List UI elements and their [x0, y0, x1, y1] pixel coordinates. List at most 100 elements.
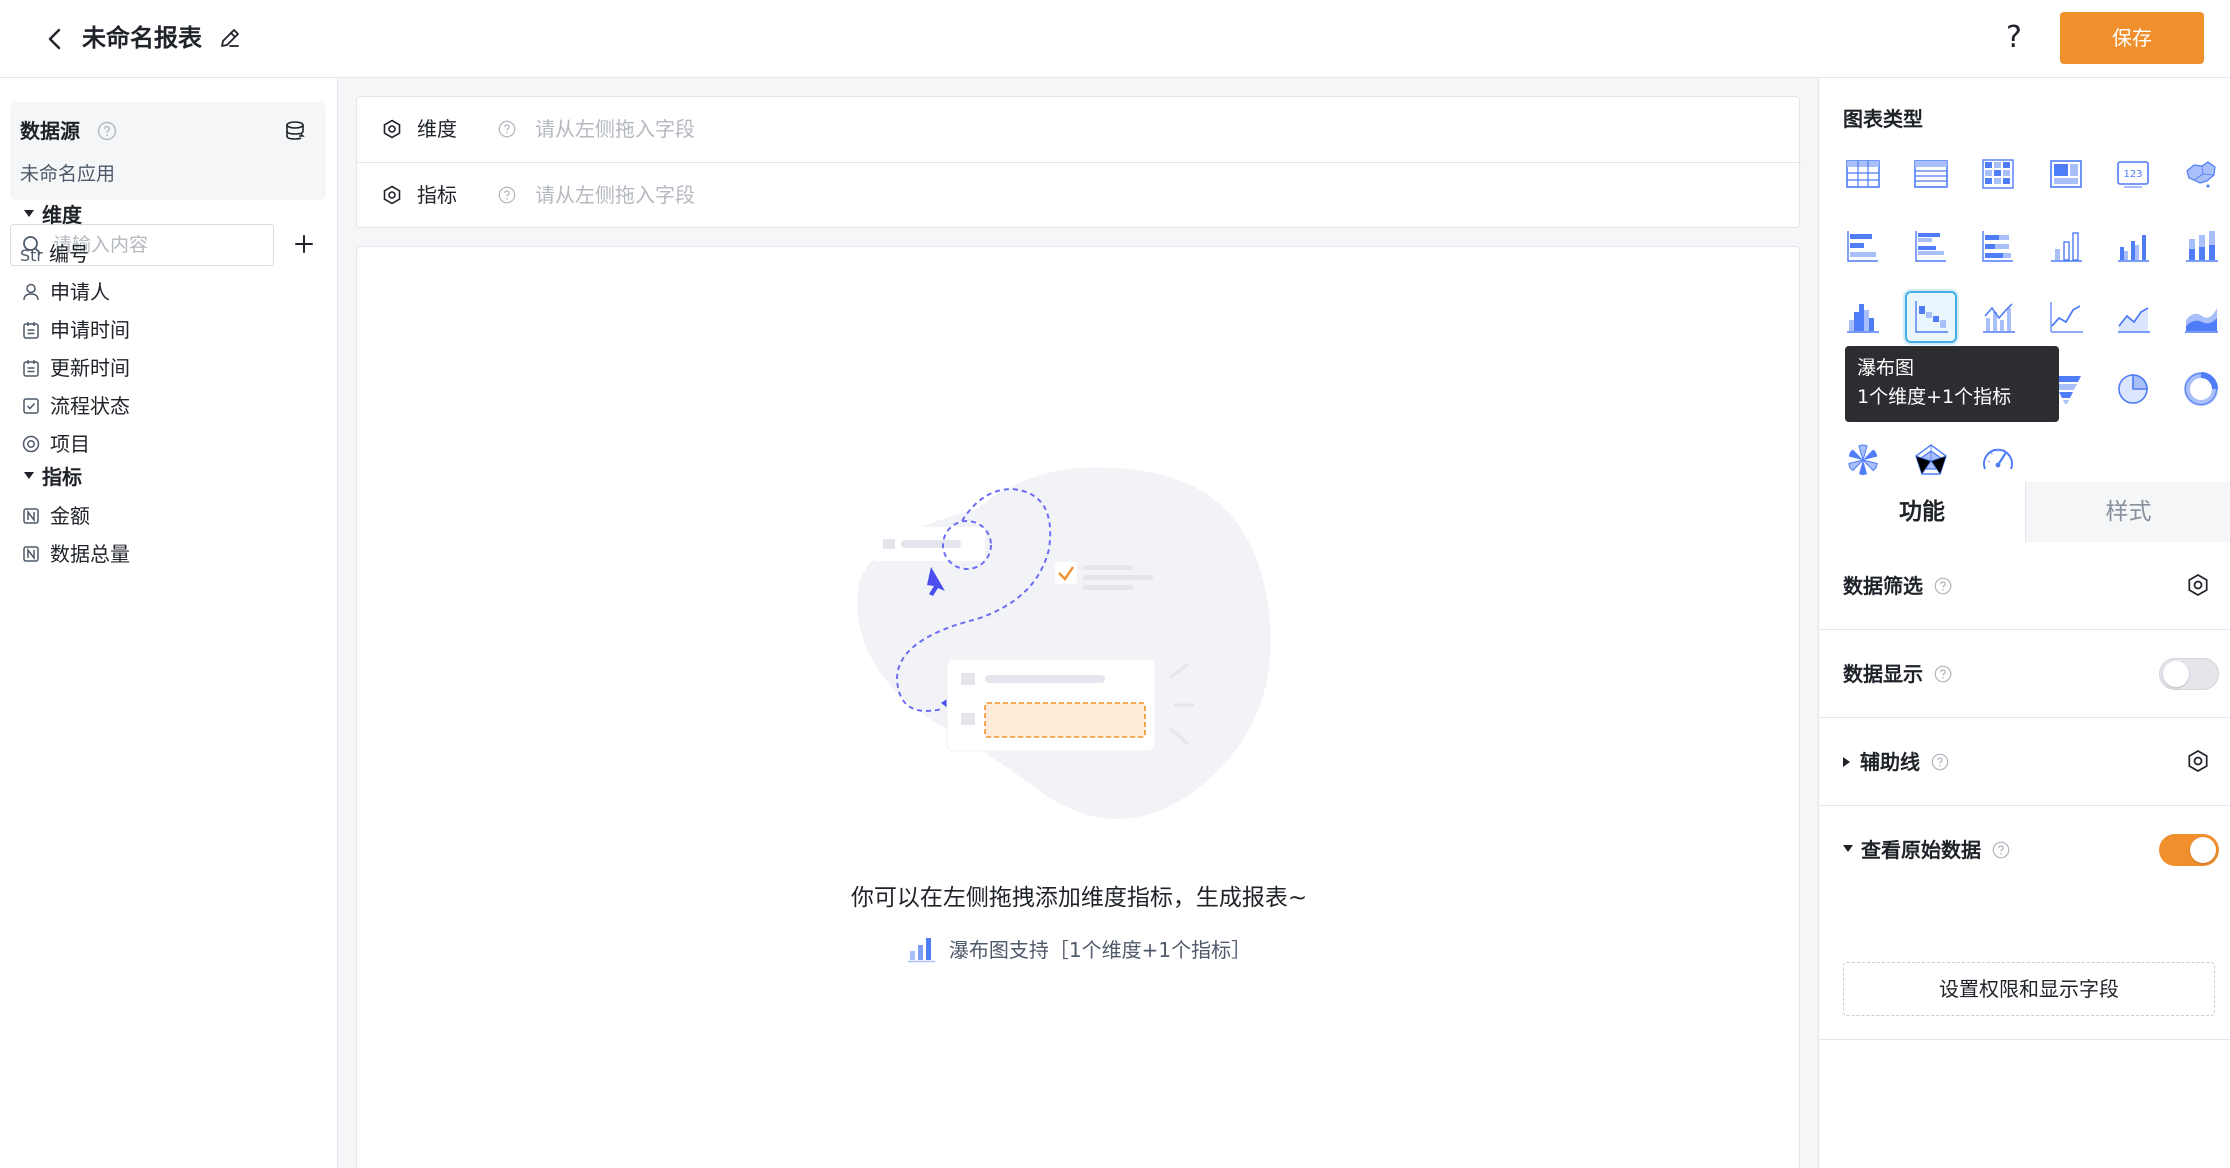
view-raw-data-section: 查看原始数据 设置权限和显示字段: [1819, 806, 2230, 1040]
question-circle-icon[interactable]: [497, 119, 517, 139]
chart-type-column[interactable]: [2040, 220, 2092, 272]
tab-function[interactable]: 功能: [1819, 482, 2025, 542]
pie-chart-icon: [2118, 373, 2148, 404]
area-line-chart-icon: [2118, 307, 2150, 333]
chart-type-rose[interactable]: [1837, 434, 1889, 486]
field-item-applicant[interactable]: 申请人: [20, 276, 110, 308]
chart-canvas: 你可以在左侧拖拽添加维度指标，生成报表~ 瀑布图支持［1个维度+1个指标］: [356, 246, 1800, 1168]
view-raw-data-toggle[interactable]: [2159, 834, 2219, 866]
card-table-chart-icon: [2049, 160, 2082, 188]
field-item-amount[interactable]: 金额: [20, 500, 90, 532]
set-permission-fields-button[interactable]: 设置权限和显示字段: [1843, 962, 2215, 1016]
bar-horizontal-chart-icon: [1847, 230, 1878, 262]
back-arrow-icon[interactable]: [40, 24, 70, 54]
pivot-table-chart-icon: [1982, 159, 2014, 189]
edit-pencil-icon[interactable]: [216, 24, 244, 52]
chart-type-bar-horizontal-grouped[interactable]: [1905, 220, 1957, 272]
chart-type-donut[interactable]: [2175, 363, 2227, 415]
chart-type-title: 图表类型: [1843, 107, 1923, 131]
field-item-number[interactable]: Str 编号: [20, 238, 89, 270]
chart-type-gauge[interactable]: [1972, 434, 2024, 486]
add-field-plus-icon[interactable]: [290, 230, 318, 258]
field-sidebar: 数据源 未命名应用 维度 Str编号 申请人: [0, 78, 338, 1168]
settings-hex-icon: [383, 119, 401, 139]
chart-type-radar[interactable]: [1905, 434, 1957, 486]
chart-type-list-table[interactable]: [1905, 148, 1957, 200]
metric-drop-slot[interactable]: 指标 请从左侧拖入字段: [357, 163, 1801, 229]
column-grouped-chart-icon: [2118, 234, 2149, 262]
histogram-chart-icon: [1847, 304, 1879, 333]
chart-type-bar-horizontal-stacked[interactable]: [1972, 220, 2024, 272]
chart-type-map[interactable]: [2175, 148, 2227, 200]
dimension-slot-label: 维度: [417, 117, 457, 141]
chart-type-column-line-combo[interactable]: [1972, 291, 2024, 343]
datasource-app-name: 未命名应用: [20, 163, 116, 185]
field-item-project[interactable]: 项目: [20, 428, 90, 460]
data-filter-label: 数据筛选: [1843, 571, 1953, 601]
chart-type-card-table[interactable]: [2040, 148, 2092, 200]
line-chart-icon: [2049, 302, 2083, 333]
datasource-card: 数据源 未命名应用: [10, 102, 326, 200]
metric-slot-label: 指标: [417, 183, 457, 207]
database-switch-icon[interactable]: [282, 118, 308, 144]
save-button[interactable]: 保存: [2060, 12, 2204, 64]
metric-group-header[interactable]: 指标: [24, 462, 82, 492]
datasource-title: 数据源: [20, 119, 80, 143]
dimension-group-header[interactable]: 维度: [24, 200, 82, 230]
table-chart-icon: [1846, 160, 1880, 188]
calendar-icon: [23, 359, 39, 377]
aux-line-section: 辅助线: [1819, 718, 2230, 806]
number-card-chart-icon: 123: [2117, 161, 2149, 188]
config-tabs: 功能 样式: [1819, 482, 2230, 542]
config-panel: 图表类型 123 瀑布图 1个维度+1个指标 功能 样式 数据筛选 数据显示 辅…: [1818, 78, 2230, 1168]
calendar-icon: [23, 321, 39, 339]
settings-hex-icon[interactable]: [2185, 572, 2211, 598]
tooltip-title: 瀑布图: [1857, 357, 1915, 379]
field-item-process-status[interactable]: 流程状态: [20, 390, 130, 422]
data-display-toggle[interactable]: [2159, 658, 2219, 690]
top-header: 未命名报表 ? 保存: [0, 0, 2230, 78]
data-display-section: 数据显示: [1819, 630, 2230, 718]
help-button[interactable]: ?: [2006, 18, 2022, 58]
question-circle-icon[interactable]: [1930, 752, 1950, 772]
field-drop-zone: 维度 请从左侧拖入字段 指标 请从左侧拖入字段: [356, 96, 1801, 229]
bar-horizontal-grouped-chart-icon: [1914, 230, 1946, 262]
question-circle-icon[interactable]: [96, 120, 118, 142]
waterfall-chart-icon: [1914, 301, 1948, 333]
field-item-total-count[interactable]: 数据总量: [20, 538, 130, 570]
checkbox-icon: [23, 397, 39, 414]
chart-type-number-card[interactable]: 123: [2107, 148, 2159, 200]
question-circle-icon[interactable]: [1933, 576, 1953, 596]
question-circle-icon[interactable]: [1933, 664, 1953, 684]
svg-text:123: 123: [2123, 169, 2142, 180]
chart-type-table[interactable]: [1837, 148, 1889, 200]
chart-type-waterfall[interactable]: [1904, 291, 1957, 343]
field-item-update-time[interactable]: 更新时间: [20, 352, 130, 384]
tab-style[interactable]: 样式: [2025, 482, 2230, 542]
report-canvas-area: 维度 请从左侧拖入字段 指标 请从左侧拖入字段 你可以在左侧拖拽添加维度指标，生…: [338, 78, 1818, 1168]
chart-type-area-line[interactable]: [2107, 291, 2159, 343]
chart-type-bar-horizontal[interactable]: [1837, 220, 1889, 272]
chart-type-column-stacked[interactable]: [2175, 220, 2227, 272]
chart-type-pivot-table[interactable]: [1972, 148, 2024, 200]
field-item-apply-time[interactable]: 申请时间: [20, 314, 130, 346]
aux-line-label[interactable]: 辅助线: [1843, 747, 1950, 777]
settings-hex-icon: [383, 185, 401, 205]
question-circle-icon[interactable]: [1991, 840, 2011, 860]
settings-hex-icon[interactable]: [2185, 748, 2211, 774]
chart-type-area[interactable]: [2175, 291, 2227, 343]
dimension-slot-placeholder: 请从左侧拖入字段: [535, 117, 695, 141]
view-raw-data-label[interactable]: 查看原始数据: [1843, 835, 2011, 865]
question-circle-icon[interactable]: [497, 185, 517, 205]
string-type-icon: Str: [20, 246, 44, 265]
caret-down-icon: [1843, 845, 1853, 852]
toggle-knob: [2190, 837, 2216, 863]
column-line-combo-chart-icon: [1983, 303, 2015, 333]
gauge-chart-icon: [1983, 448, 2013, 470]
chart-type-line[interactable]: [2040, 291, 2092, 343]
dimension-drop-slot[interactable]: 维度 请从左侧拖入字段: [357, 97, 1801, 163]
chart-support-hint: 瀑布图支持［1个维度+1个指标］: [357, 935, 1801, 966]
chart-type-pie[interactable]: [2107, 363, 2159, 415]
chart-type-histogram[interactable]: [1837, 291, 1889, 343]
chart-type-column-grouped[interactable]: [2107, 220, 2159, 272]
